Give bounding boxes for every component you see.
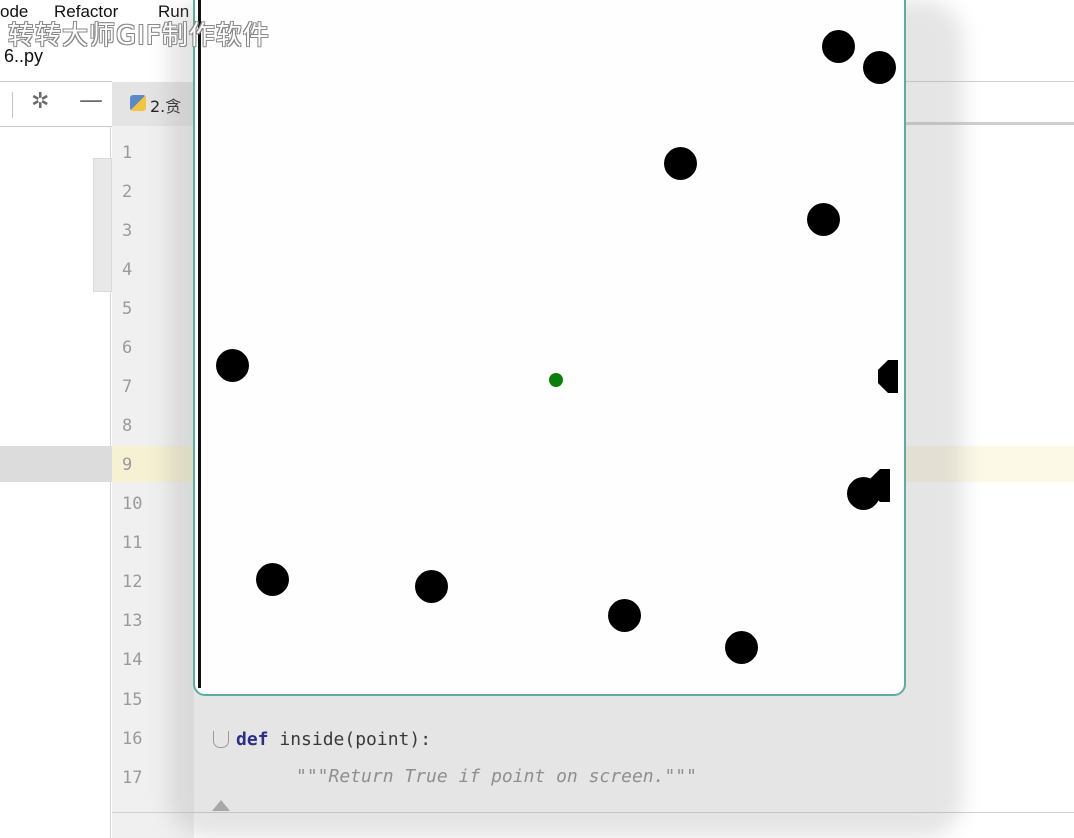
line-number: 10 [122, 494, 143, 514]
canvas-border [198, 0, 201, 688]
obstacle-ball [415, 570, 448, 603]
watermark: 转转大师GIF制作软件 [8, 21, 270, 51]
scrollbar-thumb[interactable] [93, 158, 112, 292]
obstacle-ball [664, 147, 697, 180]
gear-icon[interactable]: ✲ [31, 89, 49, 114]
obstacle-ball [725, 631, 758, 664]
line-number: 6 [122, 338, 133, 358]
line-number: 15 [122, 690, 143, 710]
player-dot [549, 373, 563, 387]
minimize-icon[interactable]: — [79, 86, 103, 114]
divider [12, 92, 13, 118]
obstacle-ball [822, 30, 855, 63]
line-number: 9 [122, 455, 133, 475]
line-number: 17 [122, 768, 143, 788]
line-number: 8 [122, 416, 133, 436]
obstacle-ball [608, 599, 641, 632]
line-number: 5 [122, 299, 133, 319]
line-number: 16 [122, 729, 143, 749]
python-file-icon [130, 95, 146, 111]
obstacle-ball [256, 563, 289, 596]
line-number: 3 [122, 221, 133, 241]
current-line-highlight [0, 446, 112, 482]
line-number: 14 [122, 650, 143, 670]
line-number: 7 [122, 377, 133, 397]
obstacle-ball [807, 203, 840, 236]
line-number: 11 [122, 533, 143, 553]
line-number: 4 [122, 260, 133, 280]
line-number: 2 [122, 182, 133, 202]
obstacle-ball [863, 51, 896, 84]
line-number: 1 [122, 143, 133, 163]
line-number: 13 [122, 611, 143, 631]
line-number: 12 [122, 572, 143, 592]
turtle-canvas-window[interactable] [193, 0, 906, 696]
obstacle-ball [216, 349, 249, 382]
